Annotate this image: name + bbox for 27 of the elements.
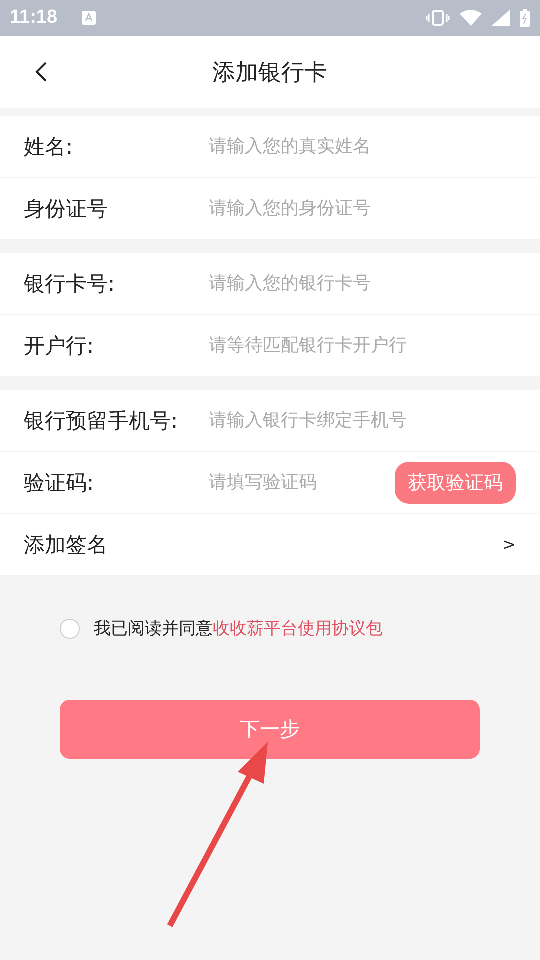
wifi-icon	[460, 10, 482, 26]
input-field[interactable]: 请输入银行卡绑定手机号	[209, 410, 516, 431]
keyboard-icon	[82, 11, 96, 25]
vibrate-icon	[426, 10, 450, 26]
signal-icon	[492, 10, 510, 26]
agree-radio[interactable]	[60, 618, 80, 638]
field-label: 银行预留手机号:	[24, 408, 180, 434]
field-label: 开户行:	[24, 332, 96, 360]
input-field[interactable]: 请输入您的银行卡号	[209, 273, 516, 294]
input-field[interactable]: 请填写验证码	[209, 472, 395, 493]
agreement-text: 我已阅读并同意收收薪平台使用协议包	[94, 618, 383, 640]
field-label: 验证码:	[24, 470, 96, 496]
battery-icon	[520, 9, 530, 27]
agreement-link[interactable]: 收收薪平台使用协议包	[213, 619, 383, 639]
field-label: 银行卡号:	[24, 270, 116, 298]
get-code-button[interactable]: 获取验证码	[395, 462, 516, 504]
field-label: 姓名:	[24, 134, 74, 160]
next-button[interactable]: 下一步	[60, 700, 480, 759]
page-title: 添加银行卡	[212, 58, 328, 88]
clock: 11:18	[10, 7, 58, 29]
chevron[interactable]: >	[502, 535, 516, 554]
input-field[interactable]: 请输入您的真实姓名	[209, 136, 516, 157]
input-field[interactable]: 请输入您的身份证号	[209, 198, 516, 219]
input-field[interactable]: 请等待匹配银行卡开户行	[209, 335, 516, 356]
field-label: 身份证号	[24, 196, 109, 222]
field-label: 添加签名	[24, 532, 109, 558]
back-icon[interactable]	[34, 61, 48, 83]
